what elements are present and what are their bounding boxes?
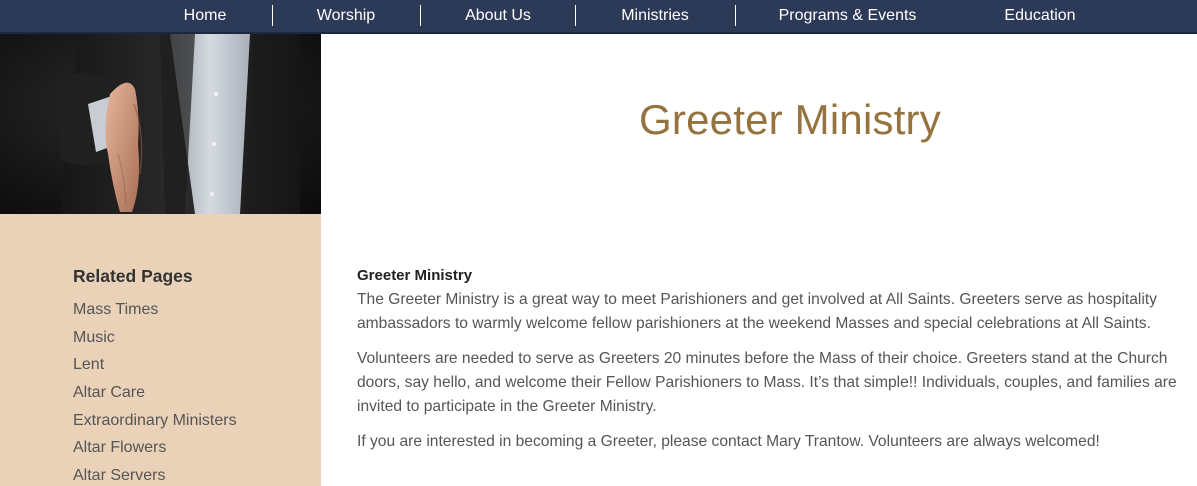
related-link-mass-times[interactable]: Mass Times (73, 299, 237, 327)
related-link-music[interactable]: Music (73, 327, 237, 355)
related-link-extraordinary-ministers[interactable]: Extraordinary Ministers (73, 410, 237, 438)
hero-photo-handshake (0, 34, 321, 214)
main-content: Greeter Ministry The Greeter Ministry is… (357, 264, 1192, 465)
nav-about-us[interactable]: About Us (443, 0, 553, 32)
related-link-altar-servers[interactable]: Altar Servers (73, 465, 237, 486)
nav-divider (735, 5, 736, 26)
content-paragraph: Volunteers are needed to serve as Greete… (357, 350, 1177, 415)
nav-ministries[interactable]: Ministries (600, 0, 710, 32)
nav-home[interactable]: Home (160, 0, 250, 32)
related-link-altar-flowers[interactable]: Altar Flowers (73, 437, 237, 465)
related-pages-sidebar: Related Pages Mass Times Music Lent Alta… (0, 214, 321, 486)
nav-worship[interactable]: Worship (296, 0, 396, 32)
page-title: Greeter Ministry (639, 96, 941, 143)
content-paragraph: The Greeter Ministry is a great way to m… (357, 291, 1157, 332)
nav-divider (420, 5, 421, 26)
nav-divider (575, 5, 576, 26)
related-link-altar-care[interactable]: Altar Care (73, 382, 237, 410)
nav-divider (272, 5, 273, 26)
nav-programs-events[interactable]: Programs & Events (760, 0, 935, 32)
nav-education[interactable]: Education (985, 0, 1095, 32)
content-heading: Greeter Ministry (357, 267, 473, 284)
top-navigation: Home Worship About Us Ministries Program… (0, 0, 1197, 34)
related-pages-heading: Related Pages (73, 266, 193, 286)
handshake-illustration (0, 34, 321, 214)
related-link-lent[interactable]: Lent (73, 354, 237, 382)
content-paragraph: If you are interested in becoming a Gree… (357, 433, 1100, 450)
related-pages-list: Mass Times Music Lent Altar Care Extraor… (73, 299, 237, 486)
